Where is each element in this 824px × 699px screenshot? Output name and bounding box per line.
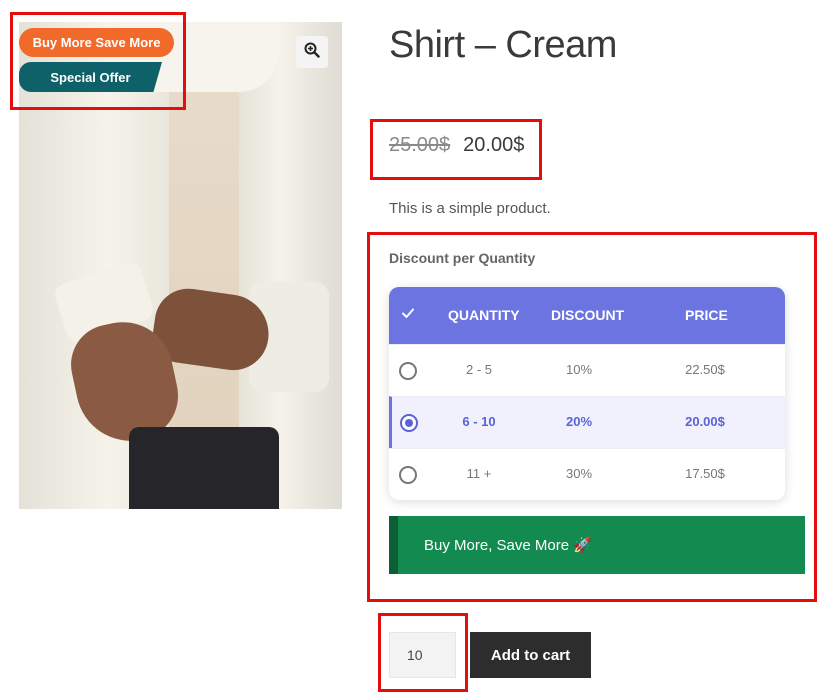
product-image [19, 22, 342, 509]
buy-more-save-more-banner[interactable]: Buy More, Save More 🚀 [389, 516, 805, 574]
add-to-cart-button[interactable]: Add to cart [470, 632, 591, 678]
tier-discount: 20% [565, 414, 593, 429]
magnifier-plus-icon [304, 42, 320, 63]
tier-quantity: 6 - 10 [462, 414, 496, 429]
original-price: 25.00$ [389, 134, 451, 156]
table-row[interactable]: 11 + 30% 17.50$ [389, 448, 785, 500]
zoom-button[interactable] [296, 36, 328, 68]
tier-discount: 10% [565, 362, 593, 377]
table-row[interactable]: 6 - 10 20% 20.00$ [389, 396, 785, 448]
tier-quantity: 11 + [466, 466, 492, 481]
tier-radio-selected[interactable] [400, 414, 418, 432]
table-row[interactable]: 2 - 5 10% 22.50$ [389, 344, 785, 396]
tier-price: 20.00$ [685, 414, 725, 429]
special-offer-badge: Special Offer [19, 62, 162, 92]
short-description: This is a simple product. [389, 200, 551, 217]
sale-price: 20.00$ [463, 134, 525, 156]
column-discount: DISCOUNT [551, 307, 625, 323]
column-quantity: QUANTITY [448, 307, 520, 323]
discount-table: QUANTITY DISCOUNT PRICE 2 - 5 10% 22.50$… [389, 287, 785, 500]
tier-price: 22.50$ [685, 362, 725, 377]
buy-more-badge: Buy More Save More [19, 28, 174, 57]
tier-radio[interactable] [399, 362, 417, 380]
pants [129, 427, 279, 509]
discount-table-header: QUANTITY DISCOUNT PRICE [389, 287, 785, 344]
column-price: PRICE [685, 307, 728, 323]
tier-quantity: 2 - 5 [465, 362, 492, 377]
tier-radio[interactable] [399, 466, 417, 484]
tier-discount: 30% [565, 466, 593, 481]
quantity-input[interactable] [389, 632, 456, 678]
price: 25.00$ 20.00$ [389, 134, 524, 157]
product-title: Shirt – Cream [389, 24, 617, 66]
tier-price: 17.50$ [685, 466, 725, 481]
discount-heading: Discount per Quantity [389, 250, 536, 266]
checkmark-icon [401, 306, 415, 323]
promo-label: Buy More, Save More 🚀 [424, 537, 592, 554]
